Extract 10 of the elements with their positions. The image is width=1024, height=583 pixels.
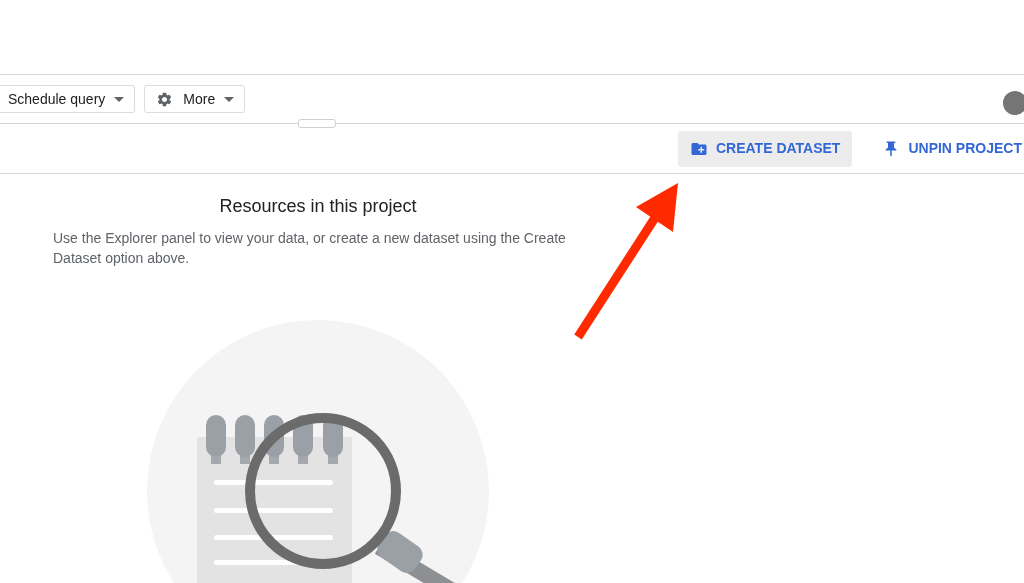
caret-icon [224, 96, 235, 102]
description-text: Use the Explorer panel to view your data, or create a new dataset using the Create Dataset option above. [53, 229, 567, 268]
resize-handle[interactable] [298, 119, 336, 128]
create-dataset-button[interactable]: CREATE DATASET [677, 130, 853, 167]
unpin-project-button[interactable]: UNPIN PROJECT [880, 130, 1024, 167]
section-heading: Resources in this project [218, 195, 418, 218]
dropdown-button[interactable]: Schedule query [0, 85, 136, 113]
caret-icon [114, 96, 125, 102]
settings-icon [156, 90, 174, 108]
more-menu-button[interactable]: More [144, 85, 246, 113]
